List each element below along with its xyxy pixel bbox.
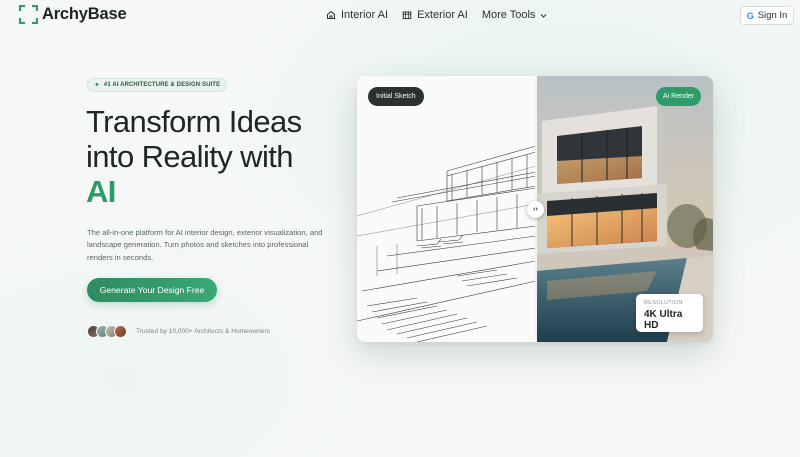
nav-interior-ai[interactable]: Interior AI bbox=[326, 9, 388, 21]
headline-line-2: into Reality with bbox=[86, 139, 294, 174]
trust-text: Trusted by 10,000+ Architects & Homeowne… bbox=[136, 328, 271, 335]
nav-links: Interior AI Exterior AI More Tools bbox=[326, 9, 547, 21]
sign-in-label: Sign In bbox=[757, 10, 788, 21]
headline-line-1: Transform Ideas bbox=[86, 104, 302, 139]
compare-slider-handle[interactable]: ‹› bbox=[527, 201, 544, 218]
logo-icon bbox=[18, 4, 39, 25]
google-icon: G bbox=[746, 10, 754, 21]
initial-sketch-label: Initial Sketch bbox=[368, 87, 424, 106]
sparkle-icon: ✦ bbox=[94, 82, 100, 89]
resolution-label: RESOLUTION bbox=[644, 300, 683, 306]
nav-exterior-ai-label: Exterior AI bbox=[417, 9, 468, 21]
hero-headline: Transform Ideas into Reality with AI bbox=[86, 104, 366, 209]
building-icon bbox=[402, 11, 412, 20]
logo[interactable]: ArchyBase bbox=[18, 4, 127, 25]
hero-badge: ✦ #1 AI ARCHITECTURE & DESIGN SUITE bbox=[87, 78, 228, 92]
resolution-value: 4K Ultra HD bbox=[644, 309, 683, 331]
trust-row: Trusted by 10,000+ Architects & Homeowne… bbox=[87, 325, 270, 338]
before-after-compare[interactable]: ‹› Initial Sketch Ai Render RESOLUTION 4… bbox=[357, 76, 713, 342]
generate-design-button[interactable]: Generate Your Design Free bbox=[87, 278, 217, 302]
hero-badge-text: #1 AI ARCHITECTURE & DESIGN SUITE bbox=[103, 82, 221, 88]
hero-description: The all-in-one platform for AI interior … bbox=[87, 228, 323, 262]
logo-text: ArchyBase bbox=[42, 5, 127, 23]
nav-interior-ai-label: Interior AI bbox=[341, 9, 389, 21]
ai-render-label: Ai Render bbox=[656, 87, 702, 106]
nav-more-tools-label: More Tools bbox=[481, 9, 536, 21]
nav-more-tools[interactable]: More Tools bbox=[482, 9, 548, 21]
chevron-down-icon bbox=[541, 13, 547, 18]
avatar bbox=[114, 325, 127, 338]
avatar-group bbox=[87, 325, 127, 338]
home-icon bbox=[327, 10, 335, 19]
resolution-card: RESOLUTION 4K Ultra HD bbox=[636, 294, 703, 332]
headline-accent: AI bbox=[86, 174, 116, 209]
sign-in-button[interactable]: G Sign In bbox=[740, 6, 794, 25]
nav-exterior-ai[interactable]: Exterior AI bbox=[402, 9, 468, 21]
top-nav: ArchyBase Interior AI Exterior AI More T… bbox=[0, 0, 800, 30]
